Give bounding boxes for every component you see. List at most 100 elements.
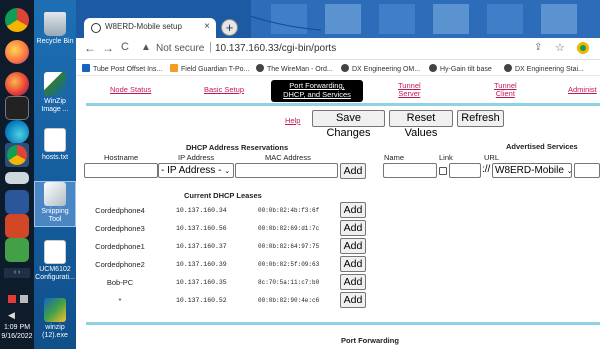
desktop-icon-winzip-exe[interactable]: winzip (12).exe (35, 298, 75, 340)
firefox-taskbar-icon[interactable] (5, 40, 29, 64)
recycle-bin-icon (44, 12, 66, 36)
keyboard-taskbar-icon[interactable] (5, 172, 29, 184)
lease-mac: 8c:70:5a:11:c7:b0 (258, 279, 320, 286)
volume-icon[interactable]: ◀ (8, 310, 15, 321)
text-file-icon (44, 128, 66, 152)
bookmark-dx-engineering-stai[interactable]: DX Engineering Stai... (504, 64, 584, 73)
refresh-button[interactable]: Refresh (457, 110, 504, 127)
background-wallpaper (251, 0, 600, 38)
dhcp-reservations-title: DHCP Address Reservations (186, 143, 289, 152)
lease-add-button[interactable]: Add (340, 274, 366, 290)
word-taskbar-icon[interactable] (5, 190, 29, 214)
powerpoint-taskbar-icon[interactable] (5, 214, 29, 238)
extension-icon[interactable] (576, 41, 590, 55)
lease-add-button[interactable]: Add (340, 256, 366, 272)
port-forwarding-heading: Port Forwarding (341, 336, 399, 345)
desktop-icon-label: UCM6102 Configurati... (35, 266, 75, 281)
winzip-icon (44, 72, 66, 96)
node-menu: Node Status Basic Setup Port Forwarding,… (76, 76, 600, 106)
bookmark-favicon-icon (170, 64, 178, 72)
lease-ip: 10.137.160.52 (176, 297, 227, 304)
lease-ip: 10.137.160.37 (176, 243, 227, 250)
link-port-input[interactable] (449, 163, 481, 178)
lease-hostname: Bob-PC (106, 278, 134, 287)
network-icon[interactable] (20, 295, 28, 303)
save-changes-button[interactable]: Save Changes (312, 110, 385, 139)
chrome-taskbar-icon[interactable] (5, 8, 29, 32)
clock-time: 1:09 PM (3, 324, 31, 331)
forward-button[interactable]: → (102, 41, 114, 55)
url-protocol-suffix: :// (482, 164, 491, 175)
reset-values-button[interactable]: Reset Values (389, 110, 453, 139)
column-link: Link (439, 153, 453, 162)
ip-address-select[interactable]: - IP Address - ⌄ (158, 163, 234, 178)
service-host-select[interactable]: W8ERD-Mobile ⌄ (492, 163, 573, 178)
security-status[interactable]: Not secure (156, 43, 204, 54)
desktop-icon-recycle-bin[interactable]: Recycle Bin (35, 12, 75, 46)
bookmark-dx-engineering-om[interactable]: DX Engineering OM... (341, 64, 420, 73)
service-name-input[interactable] (383, 163, 437, 178)
desktop-icon-label: hosts.txt (41, 154, 69, 161)
desktop-icon-label: WinZip Image ... (41, 98, 69, 113)
edge-taskbar-icon[interactable] (5, 120, 29, 144)
bookmark-tube-post[interactable]: Tube Post Offset Ins... (82, 64, 162, 73)
bookmark-field-guardian[interactable]: Field Guardian T-Po... (170, 64, 249, 73)
service-port-input[interactable] (574, 163, 600, 178)
firefox-alt-taskbar-icon[interactable] (5, 72, 29, 96)
mac-address-input[interactable] (235, 163, 338, 178)
lease-mac: 00:0b:82:4b:f3:6f (258, 207, 320, 214)
bookmark-hy-gain[interactable]: Hy-Gain tilt base (429, 64, 492, 73)
globe-icon (256, 64, 264, 72)
desktop-icon-label: Snipping Tool (41, 208, 69, 223)
globe-icon (429, 64, 437, 72)
share-icon[interactable]: ⇪ (534, 42, 542, 53)
desktop-icon-label: Recycle Bin (36, 38, 74, 45)
bookmark-wireman[interactable]: The WireMan - Ord... (256, 64, 333, 73)
desktop-icon-hosts[interactable]: hosts.txt (35, 128, 75, 162)
add-reservation-button[interactable]: Add (340, 163, 366, 179)
lease-mac: 00:0b:82:5f:09:63 (258, 261, 320, 268)
tab-w8erd-mobile-setup[interactable]: W8ERD-Mobile setup × (84, 18, 216, 38)
link-checkbox[interactable] (439, 167, 447, 175)
lease-hostname: Cordedphone4 (95, 206, 145, 215)
hostname-input[interactable] (84, 163, 158, 178)
menu-tunnel-client[interactable]: Tunnel Client (494, 82, 517, 98)
lease-ip: 10.137.160.35 (176, 279, 227, 286)
green-app-taskbar-icon[interactable] (5, 238, 29, 262)
menu-tunnel-server[interactable]: Tunnel Server (398, 82, 421, 98)
speaker-icon[interactable] (8, 295, 16, 303)
bookmark-star-icon[interactable]: ☆ (555, 41, 565, 54)
lease-add-button[interactable]: Add (340, 220, 366, 236)
desktop-icon-winzip-image[interactable]: WinZip Image ... (35, 72, 75, 114)
lease-add-button[interactable]: Add (340, 238, 366, 254)
menu-basic-setup[interactable]: Basic Setup (204, 86, 244, 94)
menu-node-status[interactable]: Node Status (110, 86, 151, 94)
lease-add-button[interactable]: Add (340, 202, 366, 218)
desktop-icon-label: winzip (12).exe (42, 324, 68, 339)
reload-button[interactable]: C (121, 41, 129, 53)
lease-row: Cordedphone2 10.137.160.39 00:0b:82:5f:0… (76, 256, 376, 273)
lease-row: Bob-PC 10.137.160.35 8c:70:5a:11:c7:b0 A… (76, 274, 376, 291)
tab-strip: W8ERD-Mobile setup × + (76, 0, 600, 38)
menu-divider (86, 103, 600, 106)
desktop-icon-snipping-tool[interactable]: Snipping Tool (34, 181, 76, 227)
system-clock[interactable]: 1:09 PM 9/16/2022 (0, 323, 34, 341)
warning-triangle-icon[interactable]: ▲ (141, 42, 151, 53)
lease-add-button[interactable]: Add (340, 292, 366, 308)
help-link[interactable]: Help (285, 116, 300, 125)
winzip-installer-icon (44, 298, 66, 322)
page-content: Node Status Basic Setup Port Forwarding,… (76, 76, 600, 349)
menu-port-forwarding[interactable]: Port Forwarding, DHCP, and Services (271, 80, 363, 102)
new-tab-button[interactable]: + (221, 19, 238, 36)
address-bar[interactable]: 10.137.160.33/cgi-bin/ports (215, 43, 336, 54)
tray-chevron-icon[interactable]: ‹ › (4, 268, 30, 278)
back-button[interactable]: ← (84, 41, 96, 55)
desktop-icon-ucm6102[interactable]: UCM6102 Configurati... (35, 240, 75, 282)
tab-close-icon[interactable]: × (204, 21, 210, 32)
chrome-active-taskbar-icon[interactable] (5, 143, 29, 167)
menu-admin[interactable]: Administ (568, 86, 597, 94)
chevron-down-icon: ⌄ (224, 168, 231, 175)
lease-row: Cordedphone3 10.137.160.56 00:0b:82:69:d… (76, 220, 376, 237)
lease-ip: 10.137.160.39 (176, 261, 227, 268)
terminal-taskbar-icon[interactable] (5, 96, 29, 120)
